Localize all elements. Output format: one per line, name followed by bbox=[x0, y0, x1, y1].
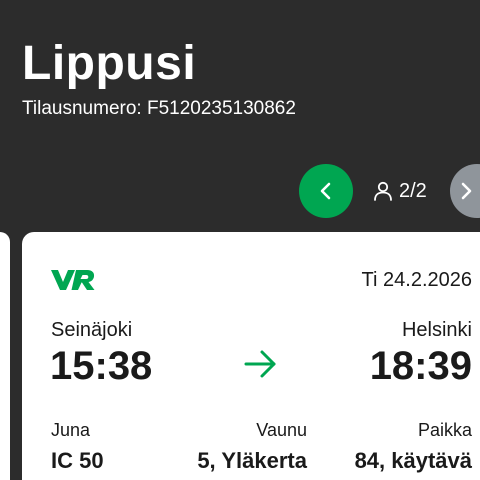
previous-ticket-button[interactable] bbox=[299, 164, 353, 218]
seat-value: 84, käytävä bbox=[354, 448, 472, 473]
passenger-counter: 2/2 bbox=[372, 176, 427, 206]
order-number-label: Tilausnumero: bbox=[22, 98, 142, 119]
ticket-card: Ti 24.2.2026 Seinäjoki Helsinki 15:38 18… bbox=[22, 232, 480, 480]
departure-time: 15:38 bbox=[50, 344, 153, 388]
arrow-right-icon bbox=[244, 349, 278, 384]
next-ticket-button[interactable] bbox=[450, 164, 480, 218]
train-value: IC 50 bbox=[51, 448, 104, 473]
arrival-time: 18:39 bbox=[369, 344, 472, 388]
order-number-value: F5120235130862 bbox=[146, 98, 296, 119]
wagon-label: Vaunu bbox=[256, 420, 307, 440]
departure-station: Seinäjoki bbox=[51, 319, 133, 341]
ticket-counter-text: 2/2 bbox=[399, 179, 427, 202]
seat-label: Paikka bbox=[417, 420, 472, 440]
chevron-left-icon bbox=[315, 180, 337, 202]
previous-ticket-card-edge[interactable] bbox=[0, 232, 10, 480]
trip-date: Ti 24.2.2026 bbox=[361, 269, 472, 291]
vr-logo bbox=[51, 270, 95, 295]
chevron-right-icon bbox=[455, 180, 477, 202]
wagon-value: 5, Yläkerta bbox=[197, 448, 307, 473]
order-number-line: Tilausnumero: F5120235130862 bbox=[22, 97, 296, 121]
train-label: Juna bbox=[51, 420, 91, 440]
arrival-station: Helsinki bbox=[401, 319, 472, 341]
page-title: Lippusi bbox=[22, 37, 197, 90]
person-icon bbox=[372, 180, 394, 202]
ticket-screen: Lippusi Tilausnumero: F5120235130862 2/2 bbox=[0, 0, 480, 480]
